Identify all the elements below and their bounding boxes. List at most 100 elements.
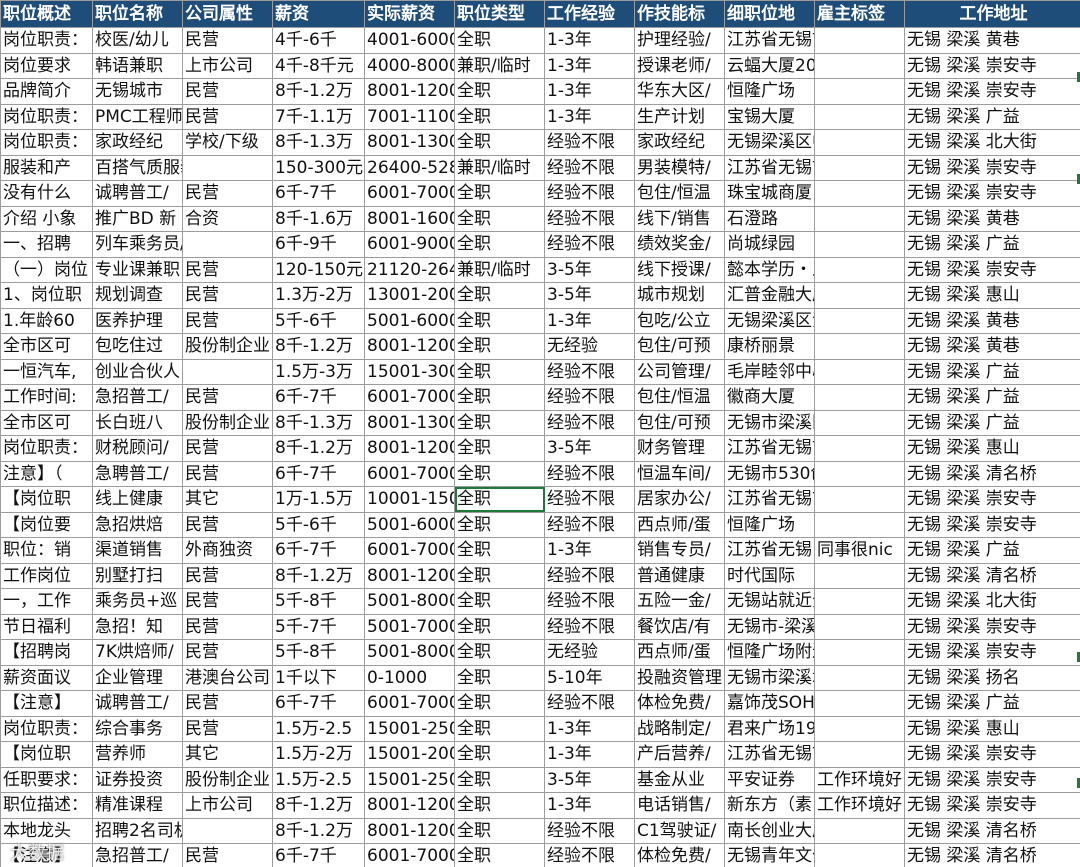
- table-cell[interactable]: 6001-7000: [364, 843, 455, 867]
- table-cell[interactable]: 恒隆广场附近: [724, 639, 815, 666]
- table-cell[interactable]: 全市区可: [0, 409, 93, 436]
- table-cell[interactable]: 徽商大厦: [724, 384, 815, 411]
- table-cell[interactable]: [814, 154, 905, 181]
- table-cell[interactable]: 8001-1300: [364, 409, 455, 436]
- table-cell[interactable]: 兼职/临时: [454, 154, 545, 181]
- table-cell[interactable]: 无锡 梁溪 黄巷: [904, 27, 1080, 54]
- table-cell[interactable]: 新东方（素: [724, 792, 815, 819]
- table-cell[interactable]: 同事很nic: [814, 537, 905, 564]
- table-cell[interactable]: 经验不限: [544, 154, 635, 181]
- table-cell[interactable]: 学校/下级: [182, 129, 273, 156]
- table-cell[interactable]: 8001-1200: [364, 817, 455, 844]
- table-cell[interactable]: 长白班八: [92, 409, 183, 436]
- table-cell[interactable]: 7001-1100: [364, 103, 455, 130]
- table-cell[interactable]: 经验不限: [544, 231, 635, 258]
- table-cell[interactable]: 江苏省无锡市梁溪区: [724, 435, 815, 462]
- table-cell[interactable]: 全职: [454, 409, 545, 436]
- table-cell[interactable]: 全职: [454, 358, 545, 385]
- table-cell[interactable]: 生产计划: [634, 103, 725, 130]
- table-cell[interactable]: [814, 409, 905, 436]
- table-cell[interactable]: 21120-264: [364, 256, 455, 283]
- table-cell[interactable]: 5千-8千: [272, 639, 365, 666]
- table-cell[interactable]: 授课老师/: [634, 52, 725, 79]
- table-cell[interactable]: 职位描述：: [0, 792, 93, 819]
- selected-cell[interactable]: 全职: [454, 486, 545, 513]
- table-cell[interactable]: 上市公司: [182, 792, 273, 819]
- table-cell[interactable]: 居家办公/: [634, 486, 725, 513]
- table-cell[interactable]: 全职: [454, 792, 545, 819]
- table-cell[interactable]: [814, 435, 905, 462]
- table-cell[interactable]: 财税顾问/: [92, 435, 183, 462]
- table-cell[interactable]: 无锡城市: [92, 78, 183, 105]
- table-cell[interactable]: 列车乘务员/上几休: [92, 231, 183, 258]
- table-cell[interactable]: [814, 231, 905, 258]
- table-cell[interactable]: 无锡 梁溪 崇安寺: [904, 180, 1080, 207]
- table-cell[interactable]: 全职: [454, 766, 545, 793]
- table-cell[interactable]: 西点师/蛋: [634, 511, 725, 538]
- table-cell[interactable]: 4千-8千元: [272, 52, 365, 79]
- table-cell[interactable]: 全职: [454, 129, 545, 156]
- table-cell[interactable]: 3-5年: [544, 282, 635, 309]
- table-cell[interactable]: 绩效奖金/: [634, 231, 725, 258]
- table-cell[interactable]: 无锡 梁溪 惠山: [904, 282, 1080, 309]
- column-header[interactable]: 职位概述: [0, 0, 93, 28]
- column-header[interactable]: 雇主标签: [814, 0, 905, 28]
- table-cell[interactable]: 无锡 梁溪 广益: [904, 409, 1080, 436]
- table-cell[interactable]: 3-5年: [544, 256, 635, 283]
- table-cell[interactable]: 全职: [454, 78, 545, 105]
- table-cell[interactable]: 合资: [182, 205, 273, 232]
- table-cell[interactable]: 君来广场19层: [724, 715, 815, 742]
- table-cell[interactable]: 8千-1.2万: [272, 435, 365, 462]
- table-cell[interactable]: 经验不限: [544, 358, 635, 385]
- table-cell[interactable]: 全职: [454, 103, 545, 130]
- table-cell[interactable]: 家政经纪: [92, 129, 183, 156]
- table-cell[interactable]: 校医/幼儿: [92, 27, 183, 54]
- table-cell[interactable]: 5001-6000: [364, 511, 455, 538]
- table-cell[interactable]: 1-3年: [544, 715, 635, 742]
- table-cell[interactable]: 专业课兼职: [92, 256, 183, 283]
- table-cell[interactable]: 民营: [182, 460, 273, 487]
- table-cell[interactable]: 8001-1600: [364, 205, 455, 232]
- table-cell[interactable]: 8001-1200: [364, 562, 455, 589]
- table-cell[interactable]: 无锡 梁溪 广益: [904, 537, 1080, 564]
- table-cell[interactable]: 4000-8000: [364, 52, 455, 79]
- table-cell[interactable]: 无锡 梁溪 清名桥: [904, 843, 1080, 867]
- table-cell[interactable]: [814, 256, 905, 283]
- table-cell[interactable]: 无锡梁溪区江海东路: [724, 307, 815, 334]
- table-cell[interactable]: 1.5万-3万: [272, 358, 365, 385]
- table-cell[interactable]: 6千-7千: [272, 460, 365, 487]
- table-cell[interactable]: 经验不限: [544, 613, 635, 640]
- table-cell[interactable]: 恒隆广场: [724, 78, 815, 105]
- table-cell[interactable]: 渠道销售: [92, 537, 183, 564]
- table-cell[interactable]: 无锡 梁溪 崇安寺: [904, 256, 1080, 283]
- table-cell[interactable]: C1驾驶证/: [634, 817, 725, 844]
- table-cell[interactable]: 体检免费/: [634, 690, 725, 717]
- table-cell[interactable]: 全职: [454, 588, 545, 615]
- table-cell[interactable]: [814, 690, 905, 717]
- table-cell[interactable]: 招聘2名司机负责开: [92, 817, 183, 844]
- table-cell[interactable]: 1-3年: [544, 792, 635, 819]
- table-cell[interactable]: 无锡 梁溪 黄巷: [904, 205, 1080, 232]
- table-cell[interactable]: 1-3年: [544, 103, 635, 130]
- table-cell[interactable]: 【招聘岗: [0, 639, 93, 666]
- table-cell[interactable]: [814, 486, 905, 513]
- table-cell[interactable]: 无锡 梁溪 扬名: [904, 664, 1080, 691]
- table-cell[interactable]: 推广BD 新: [92, 205, 183, 232]
- table-cell[interactable]: 百搭气质服装试衣模: [92, 154, 183, 181]
- table-cell[interactable]: 工作环境好: [814, 792, 905, 819]
- table-cell[interactable]: 5001-7000: [364, 613, 455, 640]
- table-cell[interactable]: 6千-7千: [272, 690, 365, 717]
- table-cell[interactable]: 1.5万-2.5: [272, 715, 365, 742]
- table-cell[interactable]: 全职: [454, 843, 545, 867]
- table-cell[interactable]: 全职: [454, 27, 545, 54]
- table-cell[interactable]: 经验不限: [544, 511, 635, 538]
- table-cell[interactable]: 无锡市梁溪区广益街: [724, 409, 815, 436]
- table-cell[interactable]: 无锡青年文化活动中: [724, 843, 815, 867]
- table-cell[interactable]: 全职: [454, 639, 545, 666]
- table-cell[interactable]: 无锡 梁溪 崇安寺: [904, 639, 1080, 666]
- table-cell[interactable]: 工作时间:: [0, 384, 93, 411]
- table-cell[interactable]: 一恒汽车,: [0, 358, 93, 385]
- table-cell[interactable]: 13001-200: [364, 282, 455, 309]
- table-cell[interactable]: 全职: [454, 511, 545, 538]
- table-cell[interactable]: [814, 843, 905, 867]
